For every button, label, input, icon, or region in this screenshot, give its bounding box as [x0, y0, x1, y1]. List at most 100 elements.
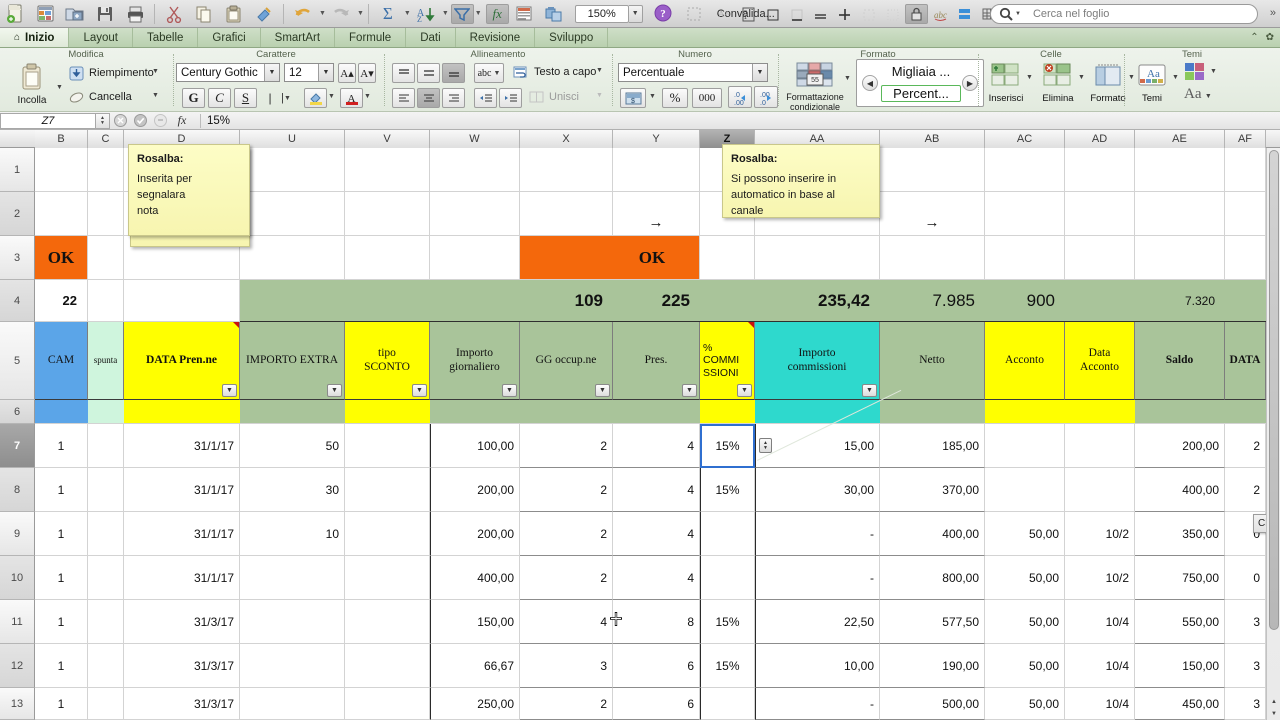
font-name-combo[interactable]: Century Gothic ▼ [176, 63, 280, 82]
cell-AF11[interactable]: 3 [1225, 600, 1266, 644]
cell-AC10[interactable]: 50,00 [985, 556, 1065, 600]
align-center-button[interactable] [417, 88, 440, 108]
column-header-AE[interactable]: AE [1135, 130, 1225, 148]
print-icon[interactable] [120, 1, 150, 27]
align-left-button[interactable] [392, 88, 415, 108]
cell-AB10[interactable]: 800,00 [880, 556, 985, 600]
border-style-caret[interactable]: | ▼ [276, 88, 296, 108]
name-box-stepper[interactable]: ▲ ▼ [96, 112, 110, 129]
align-top-button[interactable] [392, 63, 415, 83]
open-folder-icon[interactable] [60, 1, 90, 27]
cell-D7[interactable]: 31/1/17 [124, 424, 240, 468]
font-size-caret[interactable]: ▼ [318, 64, 333, 81]
column-header-B[interactable]: B [35, 130, 88, 148]
filter-dropdown-D[interactable]: ▼ [222, 384, 237, 397]
bold-button[interactable]: G [182, 88, 205, 108]
cell-U7[interactable]: 50 [240, 424, 345, 468]
cell-Z11[interactable]: 15% [700, 600, 755, 644]
cell-AF4[interactable] [1225, 280, 1266, 322]
cell-B8[interactable]: 1 [35, 468, 88, 512]
cell-B7[interactable]: 1 [35, 424, 88, 468]
border-style-icon[interactable]: | [264, 88, 276, 108]
cell-V13[interactable] [345, 688, 430, 720]
filter-dropdown-V[interactable]: ▼ [412, 384, 427, 397]
cell-AF3[interactable] [1225, 236, 1266, 280]
name-box[interactable]: Z7 [0, 112, 96, 129]
cell-X2[interactable] [520, 192, 613, 236]
note-z1[interactable]: Rosalba: Si possono inserire in automati… [722, 144, 880, 218]
cell-D11[interactable]: 31/3/17 [124, 600, 240, 644]
column-header-C[interactable]: C [88, 130, 124, 148]
tab-sviluppo[interactable]: Sviluppo [535, 28, 609, 47]
cell-C8[interactable] [88, 468, 124, 512]
filter-icon[interactable] [450, 3, 474, 24]
cell-AC8[interactable] [985, 468, 1065, 512]
ribbon-collapse-icon[interactable]: ⌃ [1250, 32, 1258, 43]
cell-W12[interactable]: 66,67 [430, 644, 520, 688]
cell-AD13[interactable]: 10/4 [1065, 688, 1135, 720]
tab-tabelle[interactable]: Tabelle [133, 28, 199, 47]
cell-AC11[interactable]: 50,00 [985, 600, 1065, 644]
cell-Y13[interactable]: 6 [613, 688, 700, 720]
cell-AC9[interactable]: 50,00 [985, 512, 1065, 556]
currency-caret[interactable]: ▼ [649, 93, 656, 100]
function-icon[interactable]: fx [485, 3, 509, 24]
decrease-indent-button[interactable] [474, 88, 497, 108]
row-header-13[interactable]: 13 [0, 688, 35, 720]
row-header-7[interactable]: 7 [0, 424, 35, 468]
cell-Z4[interactable] [700, 280, 755, 322]
toolbar-overflow-icon[interactable]: » [1270, 7, 1276, 19]
column-header-U[interactable]: U [240, 130, 345, 148]
cell-AB4[interactable]: 7.985 [880, 280, 985, 322]
cell-AA8[interactable]: 30,00 [755, 468, 880, 512]
cell-AF2[interactable] [1225, 192, 1266, 236]
cell-B12[interactable]: 1 [35, 644, 88, 688]
cell-AE9[interactable]: 350,00 [1135, 512, 1225, 556]
align-middle-button[interactable] [417, 63, 440, 83]
shrink-font-button[interactable]: A▾ [358, 63, 376, 83]
cell-AD8[interactable] [1065, 468, 1135, 512]
cell-W9[interactable]: 200,00 [430, 512, 520, 556]
open-template-icon[interactable] [30, 1, 60, 27]
row-header-8[interactable]: 8 [0, 468, 35, 512]
border-bottom-icon[interactable] [785, 4, 808, 24]
cell-Z10[interactable] [700, 556, 755, 600]
cell-D10[interactable]: 31/1/17 [124, 556, 240, 600]
cell-styles-gallery[interactable]: ◀ ▶ Migliaia ... Percent... [856, 59, 984, 107]
cell-AE8[interactable]: 400,00 [1135, 468, 1225, 512]
row-header-5[interactable]: 5 [0, 322, 35, 400]
clear-dropdown-caret[interactable]: ▼ [152, 92, 159, 99]
border-light-icon[interactable] [857, 4, 880, 24]
cell-AB1[interactable] [880, 148, 985, 192]
orientation-caret[interactable]: ▼ [493, 70, 500, 77]
row-header-9[interactable]: 9 [0, 512, 35, 556]
redo-dropdown-caret[interactable]: ▼ [357, 10, 364, 17]
gallery-icon[interactable] [509, 1, 539, 27]
cell-AA10[interactable]: - [755, 556, 880, 600]
row-header-2[interactable]: 2 [0, 192, 35, 236]
conditional-format-button[interactable]: 55 Formattazione condizionale [786, 62, 844, 112]
cell-AD10[interactable]: 10/2 [1065, 556, 1135, 600]
paste-dropdown-caret[interactable]: ▼ [56, 84, 63, 91]
cell-W13[interactable]: 250,00 [430, 688, 520, 720]
cell-AA9[interactable]: - [755, 512, 880, 556]
delete-caret[interactable]: ▼ [1078, 74, 1085, 81]
column-header-AF[interactable]: AF [1225, 130, 1266, 148]
cell-D8[interactable]: 31/1/17 [124, 468, 240, 512]
fill-dropdown-caret[interactable]: ▼ [152, 68, 159, 75]
italic-button[interactable]: C [208, 88, 231, 108]
cell-AC13[interactable]: 50,00 [985, 688, 1065, 720]
cell-C12[interactable] [88, 644, 124, 688]
cell-AB12[interactable]: 190,00 [880, 644, 985, 688]
cell-AF12[interactable]: 3 [1225, 644, 1266, 688]
number-format-caret[interactable]: ▼ [752, 64, 767, 81]
currency-button[interactable]: $ [620, 88, 646, 108]
conditional-format-caret[interactable]: ▼ [844, 75, 851, 82]
cell-Z8[interactable]: 15% [700, 468, 755, 512]
themes-caret[interactable]: ▼ [1172, 74, 1179, 81]
cell-W3[interactable] [430, 236, 520, 280]
cell-AA13[interactable]: - [755, 688, 880, 720]
spelling-icon[interactable]: abc [929, 4, 952, 24]
column-header-AB[interactable]: AB [880, 130, 985, 148]
autosum-dropdown-caret[interactable]: ▼ [404, 10, 411, 17]
